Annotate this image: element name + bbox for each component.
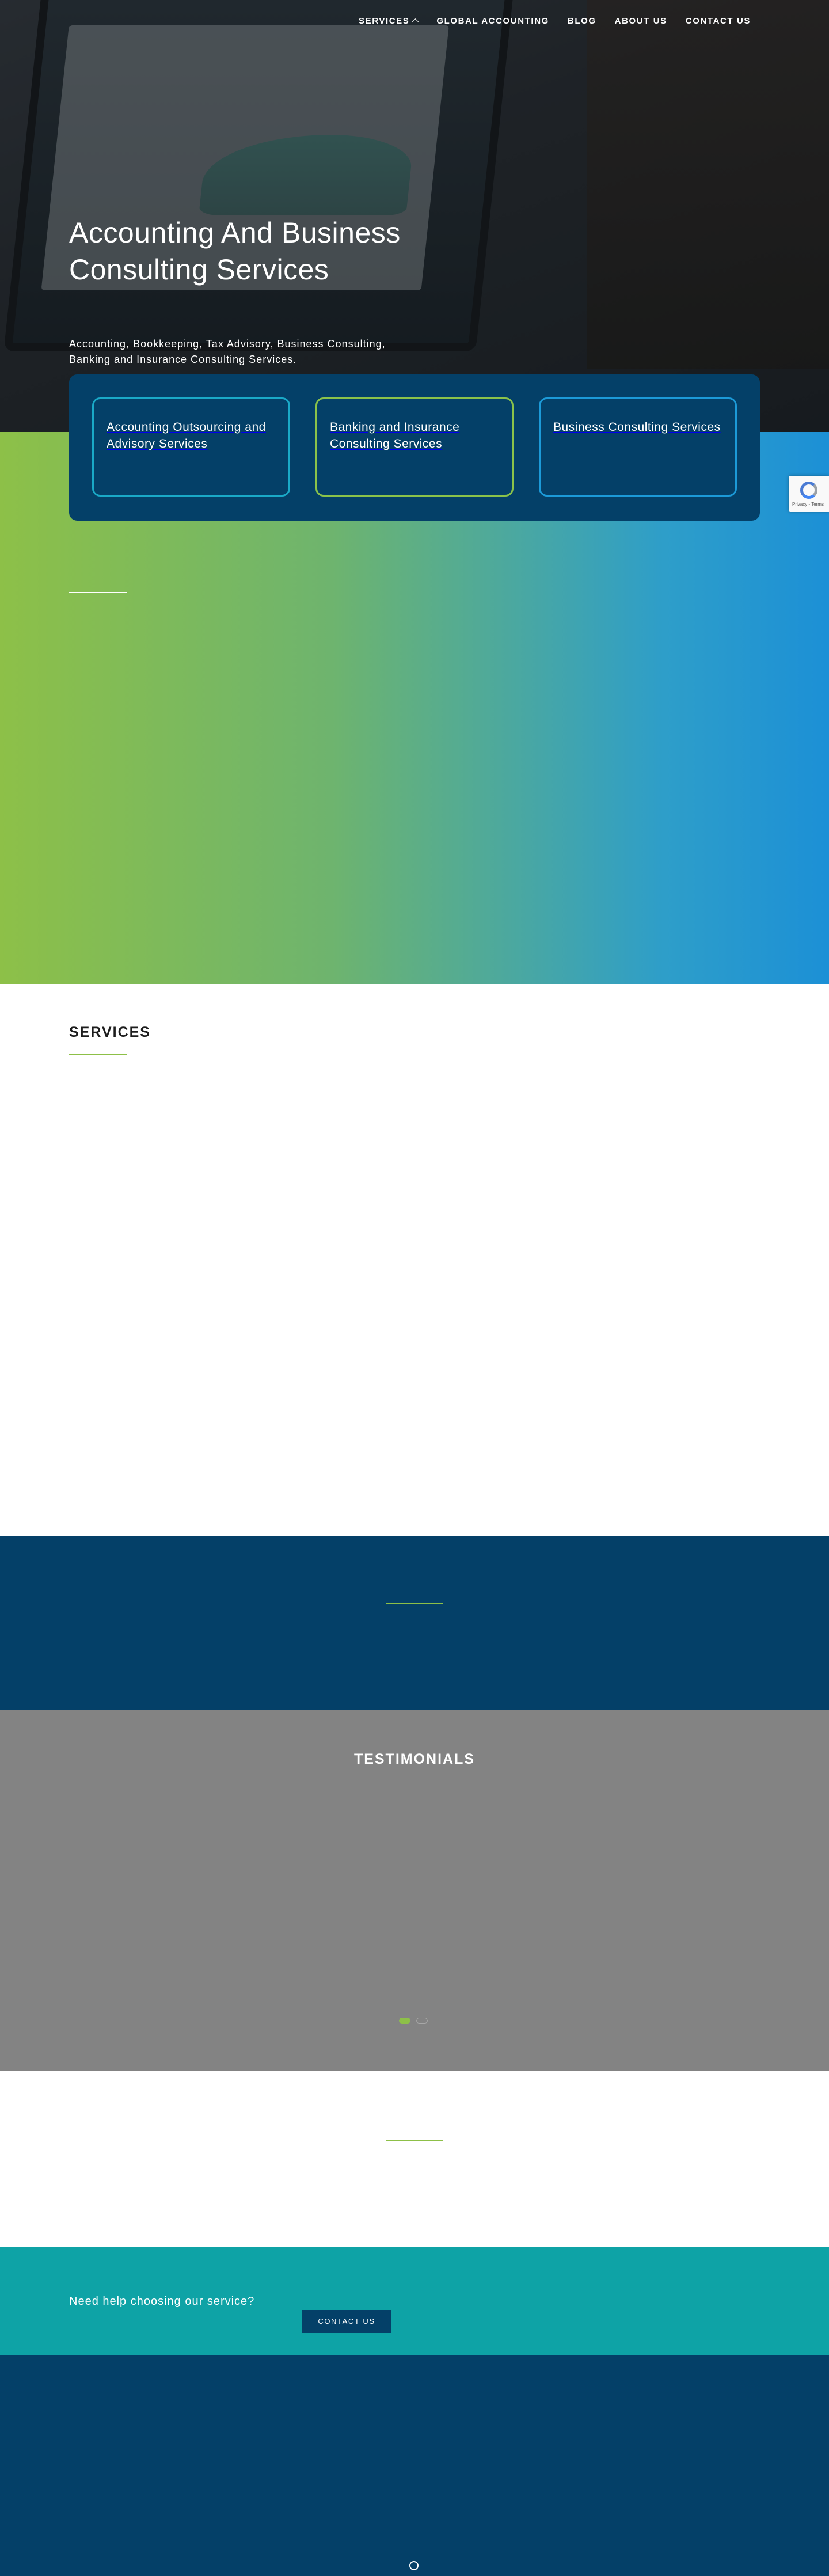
nav-item-contact-us[interactable]: CONTACT US [686,16,751,26]
section-divider-line [69,592,127,593]
service-card-accounting[interactable]: Accounting Outsourcing and Advisory Serv… [92,397,290,497]
hero-section: SERVICES GLOBAL ACCOUNTING BLOG ABOUT US… [0,0,829,432]
chevron-down-icon [412,18,420,26]
nav-item-services[interactable]: SERVICES [358,16,420,26]
carousel-dot-2[interactable] [416,2018,428,2024]
recaptcha-icon [800,482,817,499]
service-card-business[interactable]: Business Consulting Services [539,397,737,497]
cta-text: Need help choosing our service? [69,2295,255,2308]
footer [0,2355,829,2576]
carousel-pagination [399,2018,428,2024]
nav-item-label: CONTACT US [685,16,751,26]
navy-divider-line [386,1603,443,1604]
hero-title: Accounting And Business Consulting Servi… [69,217,401,286]
cta-section: Need help choosing our service? CONTACT … [0,2247,829,2355]
recaptcha-links[interactable]: Privacy - Terms [792,502,824,507]
nav-item-about-us[interactable]: ABOUT US [615,16,667,26]
nav-item-label: GLOBAL ACCOUNTING [436,16,549,26]
service-card-label: Banking and Insurance Consulting Service… [330,421,460,450]
nav-item-label: SERVICES [358,16,410,26]
service-card-label: Business Consulting Services [553,421,721,434]
hero-subtitle: Accounting, Bookkeeping, Tax Advisory, B… [69,338,386,365]
section-divider-line [386,2140,443,2141]
main-nav: SERVICES GLOBAL ACCOUNTING BLOG ABOUT US… [359,16,751,26]
circle-icon[interactable] [409,2561,419,2570]
nav-item-label: BLOG [567,16,596,26]
recaptcha-badge[interactable]: Privacy - Terms [789,476,829,512]
contact-us-button[interactable]: CONTACT US [302,2310,391,2333]
service-cards-panel: Accounting Outsourcing and Advisory Serv… [69,374,760,521]
testimonials-section: TESTIMONIALS [0,1710,829,2071]
nav-item-blog[interactable]: BLOG [568,16,596,26]
services-underline [69,1054,127,1055]
services-heading: SERVICES [69,1024,151,1040]
nav-item-label: ABOUT US [614,16,667,26]
testimonials-heading: TESTIMONIALS [353,1751,476,1767]
service-card-banking[interactable]: Banking and Insurance Consulting Service… [315,397,514,497]
service-card-label: Accounting Outsourcing and Advisory Serv… [107,421,266,450]
nav-item-global-accounting[interactable]: GLOBAL ACCOUNTING [436,16,549,26]
navy-section [0,1536,829,1710]
carousel-dot-1[interactable] [399,2018,410,2024]
